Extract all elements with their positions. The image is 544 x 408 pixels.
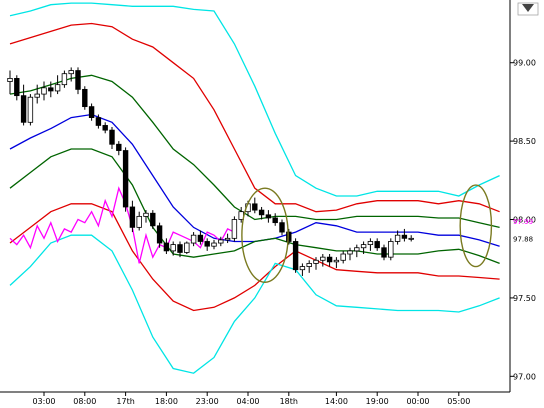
plot-area-background [0,0,510,392]
candle-body [333,259,340,263]
y-tick-label: 97.00 [513,372,536,381]
candle [150,210,156,229]
candle-body [27,96,34,123]
candle-body [156,225,163,244]
forex-chart: 99.00 98.50 98.00 97.50 97.00 03:00 08:00 17th… [0,0,544,408]
candle-body [82,88,88,108]
candle-body [34,93,40,98]
y-tick-label: 97.50 [513,294,536,303]
candle-body [279,222,285,233]
candle [231,216,238,242]
candle-body [408,237,414,240]
x-tick-label: 18th [280,397,298,406]
candle [82,86,88,110]
candle-body [388,241,394,258]
y-tick-label: 98.50 [513,137,536,146]
candle-body [204,241,210,247]
candle-body [211,242,217,247]
candle-body [109,129,115,145]
x-tick-label: 17th [116,397,134,406]
candle-body [224,237,231,241]
candle-body [401,234,408,239]
candle-body [95,117,102,126]
candle [184,241,190,255]
candle-body [190,234,197,244]
x-tick-label: 00:00 [406,397,429,406]
price-label-upper: 97.99 [513,218,533,226]
candle-body [75,70,81,90]
x-tick-label: 03:00 [32,397,55,406]
candle-body [367,241,374,246]
candle-body [258,209,265,216]
candle-body [354,247,360,252]
candle-body [136,215,142,228]
candle-body [326,256,333,263]
candle-body [20,95,27,123]
candle-body [394,234,401,242]
x-tick-label: 19:00 [366,397,389,406]
candle-body [231,219,238,239]
candle-body [54,84,61,92]
candle-body [340,253,346,261]
candle [292,238,299,273]
candle-body [360,244,367,249]
candle-body [41,87,47,95]
candle-body [252,203,258,211]
x-tick-label: 04:00 [236,397,259,406]
price-label-current: 97.88 [513,235,533,243]
candle [122,147,129,212]
candle-body [265,214,272,219]
candle-body [177,244,183,253]
price-labels: 97.99 97.88 [513,218,533,243]
candle-body [292,241,299,271]
candle-body [272,217,278,224]
candle-body [197,234,204,242]
candle-body [184,242,190,253]
candle-body [143,212,149,217]
candle-body [7,78,13,82]
candle-body [129,206,136,228]
candle-body [374,241,380,249]
candle-body [116,143,122,151]
candle [27,94,34,126]
x-axis: 03:00 08:00 17th 18:00 23:00 04:00 18th 14:00 19… [32,392,470,406]
candle-body [218,239,224,244]
candle-body [313,259,319,264]
candle-body [299,266,306,271]
candle-body [306,263,312,267]
chart-canvas: 99.0098.5098.0097.5097.00 03:00 08:00 17th… [0,0,539,406]
candle-body [381,247,387,258]
x-tick-label: 05:00 [447,397,470,406]
candle-body [347,250,353,255]
candle-body [170,244,176,252]
candle-body [320,256,326,261]
x-tick-label: 08:00 [73,397,96,406]
scroll-arrow-icon[interactable] [517,2,539,16]
x-tick-label: 23:00 [196,397,219,406]
candle-body [122,150,129,208]
candle-body [150,212,156,227]
x-tick-label: 18:00 [155,397,178,406]
candle-body [61,73,68,86]
x-tick-label: 14:00 [325,397,348,406]
candle-body [102,125,108,131]
candle-body [48,87,54,92]
candle [388,238,394,261]
y-tick-label: 99.00 [513,59,536,68]
candle-body [88,106,95,119]
candle-body [68,70,74,75]
candle-body [163,242,170,252]
candle-body [14,78,20,97]
